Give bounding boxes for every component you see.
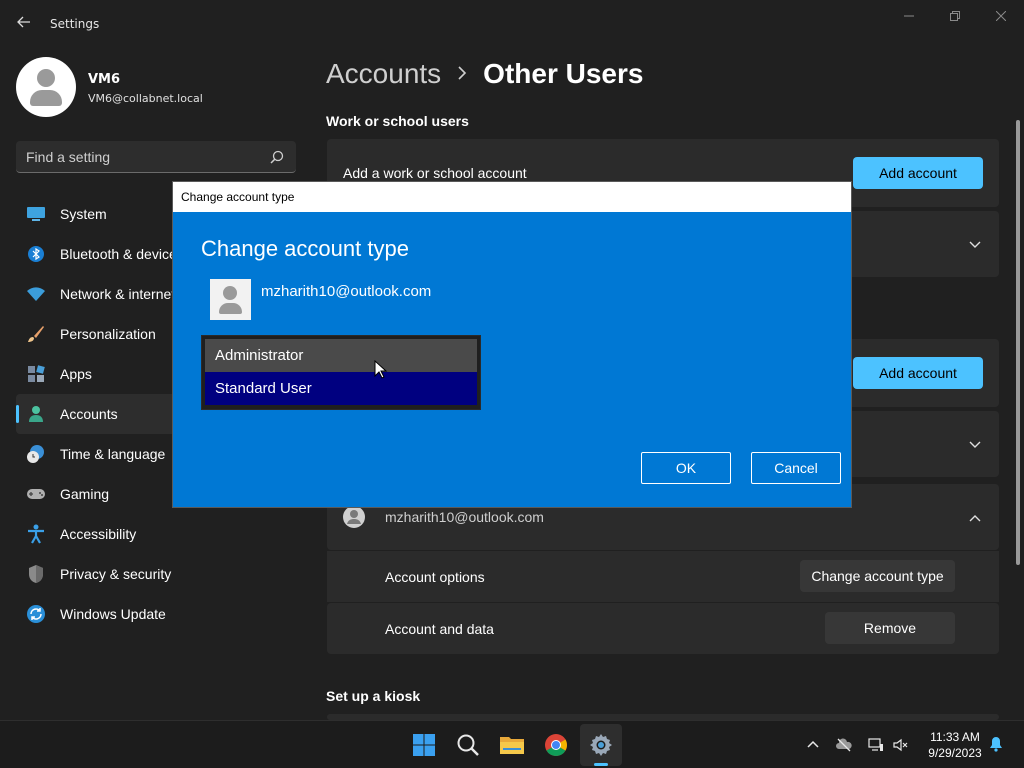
gamepad-icon — [26, 484, 46, 504]
sidebar-item-label: Network & internet — [60, 286, 176, 302]
option-administrator[interactable]: Administrator — [205, 339, 477, 372]
ok-button[interactable]: OK — [641, 452, 731, 484]
chevron-right-icon — [457, 64, 467, 85]
profile-avatar[interactable] — [16, 57, 76, 117]
user-avatar-icon — [343, 506, 365, 528]
taskbar-clock[interactable]: 11:33 AM 9/29/2023 — [920, 729, 990, 761]
scrollbar[interactable] — [1016, 120, 1020, 565]
sidebar-item-label: Accessibility — [60, 526, 137, 542]
chevron-down-icon — [969, 241, 981, 248]
avatar-body — [30, 90, 62, 106]
dialog-user-email: mzharith10@outlook.com — [261, 283, 432, 300]
sidebar-item-label: Apps — [60, 366, 92, 382]
remove-button[interactable]: Remove — [825, 612, 955, 644]
minimize-icon — [904, 15, 914, 17]
dialog-title-bar[interactable]: Change account type — [173, 182, 851, 212]
search-icon — [270, 150, 284, 164]
account-options-row: Account options Change account type — [327, 551, 999, 602]
taskbar: 11:33 AM 9/29/2023 — [0, 720, 1024, 768]
add-other-user-button[interactable]: Add account — [853, 357, 983, 389]
person-icon — [26, 404, 46, 424]
notification-bell-icon[interactable] — [988, 736, 1004, 752]
chevron-up-icon[interactable] — [805, 737, 821, 753]
add-work-account-label: Add a work or school account — [343, 165, 527, 181]
sidebar-item-accessibility[interactable]: Accessibility — [16, 514, 296, 554]
active-app-indicator — [594, 763, 608, 766]
wifi-icon — [26, 284, 46, 304]
minimize-button[interactable] — [894, 8, 924, 28]
breadcrumb-parent[interactable]: Accounts — [326, 58, 441, 90]
restore-icon — [950, 11, 960, 21]
update-icon — [26, 604, 46, 624]
sidebar-item-privacy[interactable]: Privacy & security — [16, 554, 296, 594]
app-title: Settings — [50, 17, 100, 31]
shield-icon — [26, 564, 46, 584]
clock-time: 11:33 AM — [930, 730, 980, 744]
settings-gear-icon[interactable] — [587, 731, 615, 759]
dialog-heading: Change account type — [201, 236, 409, 261]
close-button[interactable] — [986, 8, 1016, 28]
chrome-icon[interactable] — [542, 731, 570, 759]
restore-button[interactable] — [940, 8, 970, 28]
network-icon[interactable] — [868, 737, 884, 753]
sidebar-item-label: Bluetooth & devices — [60, 246, 184, 262]
accessibility-icon — [26, 524, 46, 544]
file-explorer-icon[interactable] — [498, 731, 526, 759]
option-standard-user[interactable]: Standard User — [205, 372, 477, 405]
sidebar-item-label: Personalization — [60, 326, 156, 342]
sidebar-item-label: Time & language — [60, 446, 166, 462]
back-button[interactable] — [14, 14, 34, 34]
volume-muted-icon[interactable] — [893, 737, 909, 753]
sidebar-item-label: Windows Update — [60, 606, 166, 622]
apps-icon — [26, 364, 46, 384]
monitor-icon — [26, 204, 46, 224]
back-arrow-icon — [17, 16, 30, 28]
sidebar-item-label: Accounts — [60, 406, 118, 422]
user-email: mzharith10@outlook.com — [385, 509, 544, 525]
change-account-type-dialog: Change account type Change account type … — [172, 181, 852, 508]
onedrive-offline-icon[interactable] — [836, 737, 852, 753]
account-data-label: Account and data — [385, 621, 494, 637]
breadcrumb: Accounts Other Users — [326, 58, 643, 90]
change-account-type-button[interactable]: Change account type — [800, 560, 955, 592]
close-icon — [995, 10, 1007, 22]
kiosk-section-title: Set up a kiosk — [326, 688, 421, 704]
bluetooth-icon — [26, 244, 46, 264]
sidebar-item-label: System — [60, 206, 107, 222]
paintbrush-icon — [26, 324, 46, 344]
avatar-head — [223, 286, 237, 300]
account-options-label: Account options — [385, 569, 485, 585]
search-input[interactable] — [26, 147, 256, 167]
windows-start-icon[interactable] — [410, 731, 438, 759]
search-box[interactable] — [16, 141, 296, 173]
profile-name: VM6 — [88, 72, 121, 87]
taskbar-search-icon[interactable] — [454, 731, 482, 759]
add-work-account-button[interactable]: Add account — [853, 157, 983, 189]
account-type-listbox[interactable]: Administrator Standard User — [201, 335, 481, 410]
page-title: Other Users — [483, 58, 644, 89]
avatar-head — [37, 69, 55, 87]
cancel-button[interactable]: Cancel — [751, 452, 841, 484]
dialog-window-title: Change account type — [181, 190, 295, 204]
mouse-cursor-icon — [374, 360, 388, 379]
clock-globe-icon — [26, 444, 46, 464]
sidebar-item-label: Gaming — [60, 486, 110, 502]
sidebar-item-label: Privacy & security — [60, 566, 172, 582]
account-data-row: Account and data Remove — [327, 603, 999, 654]
title-bar: Settings — [0, 0, 1024, 48]
clock-date: 9/29/2023 — [928, 746, 982, 760]
avatar-body — [219, 303, 242, 314]
dialog-user-avatar — [210, 279, 251, 320]
chevron-down-icon — [969, 441, 981, 448]
profile-email: VM6@collabnet.local — [88, 92, 203, 105]
work-school-section-title: Work or school users — [326, 113, 469, 129]
sidebar-item-windows-update[interactable]: Windows Update — [16, 594, 296, 634]
chevron-up-icon — [969, 515, 981, 522]
